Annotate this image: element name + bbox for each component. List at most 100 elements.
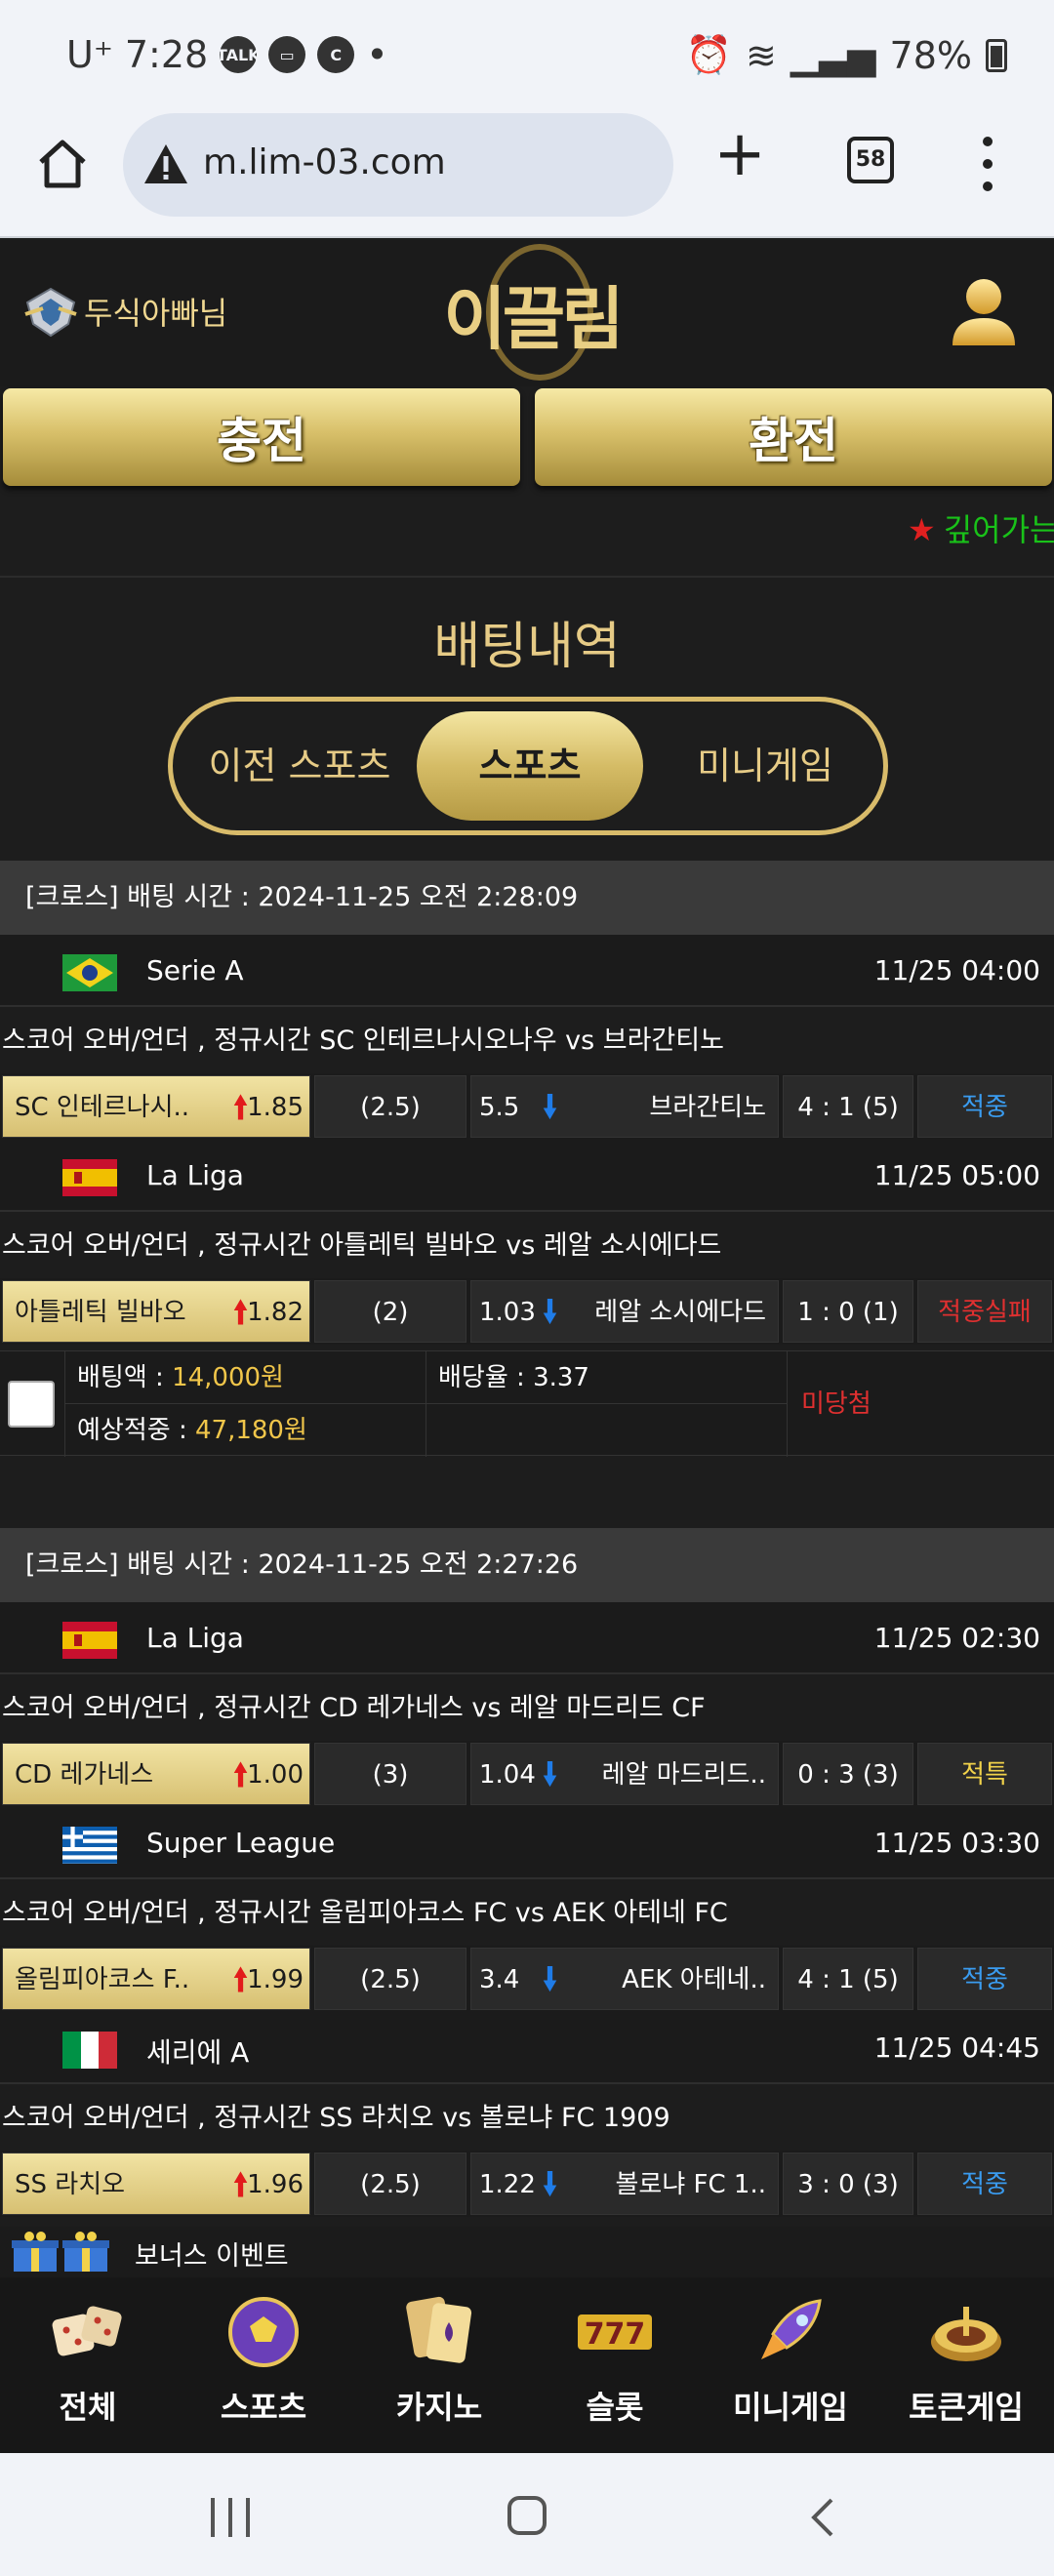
- result-status: 적중실패: [917, 1280, 1052, 1343]
- home-team: 올림피아코스 F..: [15, 1965, 190, 1994]
- url-text: m.lim-03.com: [203, 142, 446, 182]
- nav-label: 슬롯: [586, 2389, 644, 2426]
- voicemail-icon: ▭: [268, 36, 306, 73]
- back-button[interactable]: [808, 2496, 835, 2539]
- result-status: 적중: [917, 2153, 1052, 2215]
- carrier-label: U⁺: [66, 33, 113, 76]
- nav-slot[interactable]: 777 슬롯: [527, 2277, 703, 2453]
- home-selection[interactable]: 올림피아코스 F.. 🠙 1.99: [2, 1948, 310, 2010]
- bet-header: [크로스] 배팅 시간 : 2024-11-25 오전 2:28:09: [0, 861, 1054, 935]
- away-selection: 1.03 🠛 레알 소시에다드: [470, 1280, 779, 1343]
- match-time: 11/25 05:00: [873, 1159, 1040, 1191]
- league-row: La Liga 11/25 05:00: [0, 1140, 1054, 1212]
- league-name: Super League: [146, 1827, 336, 1859]
- expected-label: 예상적중 :: [77, 1416, 195, 1445]
- battery-percent: 78%: [889, 33, 972, 77]
- warning-icon[interactable]: [142, 142, 189, 185]
- charge-button[interactable]: 충전: [3, 388, 520, 486]
- select-checkbox[interactable]: [8, 1381, 55, 1428]
- arrow-down-icon: 🠛: [542, 1088, 559, 1127]
- home-selection[interactable]: SS 라치오 🠙 1.96: [2, 2153, 310, 2215]
- browser-toolbar: m.lim-03.com + 58: [0, 107, 1054, 238]
- league-name: 세리에 A: [146, 2036, 250, 2069]
- score: 3 : 0 (3): [783, 2153, 913, 2215]
- league-row: Serie A 11/25 04:00: [0, 935, 1054, 1007]
- browser-menu-icon[interactable]: [976, 137, 999, 191]
- nav-token-game[interactable]: 토큰게임: [878, 2277, 1054, 2453]
- match-time: 11/25 04:00: [873, 954, 1040, 986]
- nav-sports[interactable]: 스포츠: [176, 2277, 351, 2453]
- league-name: La Liga: [146, 1159, 244, 1191]
- nav-casino[interactable]: 카지노: [351, 2277, 527, 2453]
- charge-label: 충전: [217, 413, 306, 469]
- home-selection[interactable]: 아틀레틱 빌바오 🠙 1.82: [2, 1280, 310, 1343]
- home-icon[interactable]: [35, 137, 90, 191]
- notice-marquee: ★ 깊어가는: [908, 505, 1054, 550]
- svg-text:777: 777: [585, 2317, 646, 2352]
- empty-cell: [426, 1404, 787, 1457]
- tab-prev-sports[interactable]: 이전 스포츠: [192, 702, 407, 830]
- bet-summary: 배팅액 : 14,000원 예상적중 : 47,180원 배당율 : 3.37 …: [0, 1350, 1054, 1457]
- home-team: SC 인테르나시..: [15, 1093, 190, 1122]
- bet-status: 미당첨: [787, 1351, 1054, 1457]
- nav-label: 카지노: [395, 2389, 483, 2426]
- home-selection[interactable]: CD 레가네스 🠙 1.00: [2, 1743, 310, 1805]
- nav-all[interactable]: 전체: [0, 2277, 176, 2453]
- site-header: 두식아빠님 이끌림: [0, 240, 1054, 386]
- new-tab-button[interactable]: +: [712, 123, 767, 185]
- nav-label: 미니게임: [733, 2389, 848, 2426]
- away-odd: 3.4: [479, 1965, 520, 1994]
- home-team: CD 레가네스: [15, 1760, 154, 1790]
- market-description: 스코어 오버/언더 , 정규시간 아틀레틱 빌바오 vs 레알 소시에다드: [0, 1212, 1054, 1280]
- exchange-label: 환전: [749, 413, 838, 469]
- user-profile-icon[interactable]: [949, 273, 1019, 351]
- tab-count-button[interactable]: 58: [847, 137, 894, 183]
- result-status: 적특: [917, 1743, 1052, 1805]
- expected-win-cell: 예상적중 : 47,180원: [64, 1404, 426, 1457]
- home-team: SS 라치오: [15, 2170, 126, 2199]
- bet-header: [크로스] 배팅 시간 : 2024-11-25 오전 2:27:26: [0, 1528, 1054, 1602]
- tab-sports[interactable]: 스포츠: [417, 711, 643, 821]
- italy-flag-icon: [62, 2032, 117, 2069]
- bonus-event-link[interactable]: 보너스 이벤트: [0, 2227, 1054, 2277]
- system-navigation-bar: [0, 2453, 1054, 2576]
- line-value: (2.5): [314, 1075, 466, 1138]
- recent-apps-button[interactable]: [211, 2498, 250, 2537]
- home-odd: 1.00: [247, 1760, 304, 1790]
- address-bar[interactable]: m.lim-03.com: [123, 113, 673, 217]
- arrow-down-icon: 🠛: [542, 1755, 559, 1794]
- bottom-navigation: 전체 스포츠 카지노 777 슬롯 미니게임 토큰게임: [0, 2277, 1054, 2453]
- score: 0 : 3 (3): [783, 1743, 913, 1805]
- result-status: 적중: [917, 1075, 1052, 1138]
- home-odd: 1.82: [247, 1298, 304, 1327]
- home-selection[interactable]: SC 인테르나시.. 🠙 1.85: [2, 1075, 310, 1138]
- line-value: (2.5): [314, 1948, 466, 2010]
- spain-flag-icon: [62, 1159, 117, 1196]
- home-odd: 1.99: [247, 1965, 304, 1994]
- away-odd: 1.03: [479, 1298, 536, 1327]
- market-description: 스코어 오버/언더 , 정규시간 SS 라치오 vs 볼로냐 FC 1909: [0, 2084, 1054, 2153]
- nav-minigame[interactable]: 미니게임: [703, 2277, 878, 2453]
- market-description: 스코어 오버/언더 , 정규시간 SC 인테르나시오나우 vs 브라간티노: [0, 1007, 1054, 1075]
- score: 4 : 1 (5): [783, 1075, 913, 1138]
- wifi-icon: ≋: [746, 33, 777, 77]
- exchange-button[interactable]: 환전: [535, 388, 1052, 486]
- away-team: AEK 아테네..: [622, 1965, 766, 1994]
- bonus-event-label: 보너스 이벤트: [135, 2241, 289, 2272]
- home-button[interactable]: [507, 2496, 547, 2535]
- league-row: Super League 11/25 03:30: [0, 1807, 1054, 1879]
- home-odd: 1.85: [247, 1093, 304, 1122]
- home-odd: 1.96: [247, 2170, 304, 2199]
- away-selection: 1.04 🠛 레알 마드리드..: [470, 1743, 779, 1805]
- away-selection: 3.4 🠛 AEK 아테네..: [470, 1948, 779, 2010]
- site-logo[interactable]: 이끌림: [429, 245, 634, 382]
- nav-label: 스포츠: [220, 2389, 307, 2426]
- away-selection: 5.5 🠛 브라간티노: [470, 1075, 779, 1138]
- odds-label: 배당율 :: [438, 1363, 534, 1392]
- away-team: 레알 마드리드..: [601, 1760, 766, 1790]
- away-odd: 1.22: [479, 2170, 536, 2199]
- brazil-flag-icon: [62, 954, 117, 991]
- tab-minigame[interactable]: 미니게임: [663, 702, 868, 830]
- total-odds: 3.37: [533, 1363, 589, 1392]
- clock: 7:28: [124, 33, 209, 76]
